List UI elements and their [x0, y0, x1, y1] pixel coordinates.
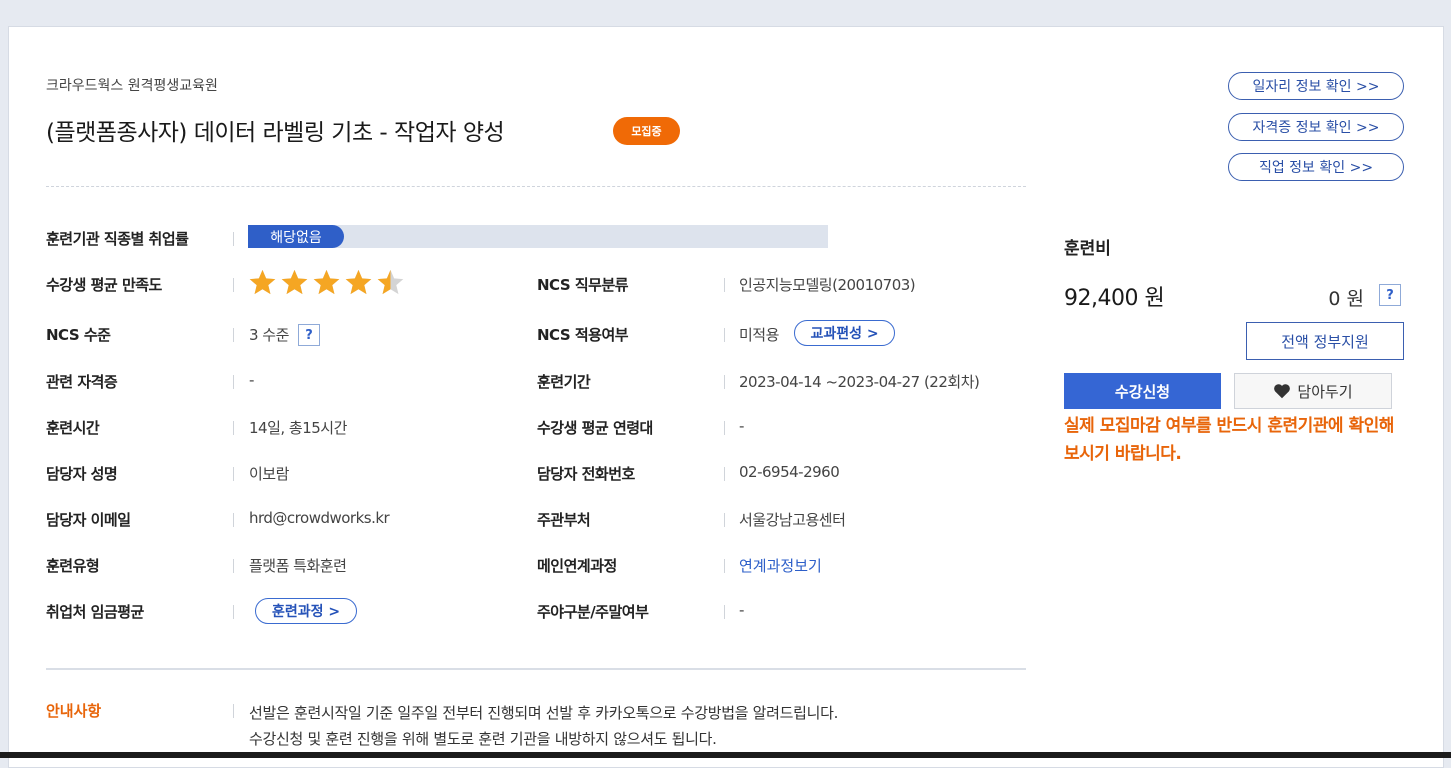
- heart-icon: [1274, 384, 1291, 399]
- divider: [724, 421, 725, 435]
- wishlist-label: 담아두기: [1297, 382, 1353, 401]
- period-value: 2023-04-14 ~2023-04-27 (22회차): [739, 373, 980, 391]
- age-value: -: [739, 417, 744, 435]
- ncs-apply-label: NCS 적용여부: [537, 326, 629, 344]
- government-support-button[interactable]: 전액 정부지원: [1246, 322, 1404, 360]
- training-type-value: 플랫폼 특화훈련: [249, 557, 347, 575]
- divider: [233, 375, 234, 389]
- divider: [724, 467, 725, 481]
- star-icon: [313, 269, 340, 295]
- self-payment-value: 0 원: [1328, 288, 1364, 310]
- training-course-link[interactable]: 훈련과정 >: [255, 598, 357, 624]
- certificate-info-button[interactable]: 자격증 정보 확인 >>: [1228, 113, 1404, 141]
- divider: [233, 704, 234, 718]
- training-fee-label: 훈련비: [1064, 239, 1111, 259]
- section-divider: [46, 668, 1026, 670]
- daynight-value: -: [739, 601, 744, 619]
- star-icon: [345, 269, 372, 295]
- ncs-class-value: 인공지능모델링(20010703): [739, 276, 916, 294]
- training-time-label: 훈련시간: [46, 419, 100, 437]
- star-icon: [377, 269, 404, 295]
- course-title: (플랫폼종사자) 데이터 라벨링 기초 - 작업자 양성: [46, 120, 505, 146]
- ncs-apply-value: 미적용: [739, 326, 779, 344]
- wishlist-button[interactable]: 담아두기: [1234, 373, 1392, 409]
- divider: [724, 328, 725, 342]
- bottom-edge: [0, 752, 1451, 758]
- age-label: 수강생 평균 연령대: [537, 419, 653, 437]
- divider: [233, 467, 234, 481]
- training-type-label: 훈련유형: [46, 557, 100, 575]
- divider: [233, 605, 234, 619]
- ncs-class-label: NCS 직무분류: [537, 276, 629, 294]
- divider: [233, 278, 234, 292]
- divider: [233, 328, 234, 342]
- fee-help-button[interactable]: ?: [1379, 284, 1401, 306]
- wage-average-label: 취업처 임금평균: [46, 603, 144, 621]
- phone-value: 02-6954-2960: [739, 463, 840, 481]
- notice-line: 수강신청 및 훈련 진행을 위해 별도로 훈련 기관을 내방하지 않으셔도 됩니…: [249, 730, 717, 748]
- divider: [724, 605, 725, 619]
- divider: [724, 375, 725, 389]
- employment-rate-label: 훈련기관 직종별 취업률: [46, 230, 189, 248]
- occupation-info-button[interactable]: 직업 정보 확인 >>: [1228, 153, 1404, 181]
- divider: [724, 559, 725, 573]
- period-label: 훈련기간: [537, 373, 591, 391]
- satisfaction-stars: [248, 268, 405, 298]
- divider: [233, 559, 234, 573]
- star-icon: [281, 269, 308, 295]
- training-time-value: 14일, 총15시간: [249, 419, 347, 437]
- divider: [724, 278, 725, 292]
- divider: [724, 513, 725, 527]
- certificate-label: 관련 자격증: [46, 373, 118, 391]
- ncs-level-label: NCS 수준: [46, 326, 111, 344]
- divider: [233, 232, 234, 246]
- manager-name-label: 담당자 성명: [46, 465, 118, 483]
- training-fee-value: 92,400 원: [1064, 286, 1165, 311]
- manager-email-label: 담당자 이메일: [46, 511, 131, 529]
- divider: [233, 421, 234, 435]
- daynight-label: 주야구분/주말여부: [537, 603, 649, 621]
- star-icon: [249, 269, 276, 295]
- main-course-label: 메인연계과정: [537, 557, 617, 575]
- satisfaction-label: 수강생 평균 만족도: [46, 276, 162, 294]
- divider: [233, 513, 234, 527]
- phone-label: 담당자 전화번호: [537, 465, 635, 483]
- deadline-warning: 실제 모집마감 여부를 반드시 훈련기관에 확인해보시기 바랍니다.: [1064, 416, 1394, 464]
- agency-label: 주관부처: [537, 511, 591, 529]
- employment-rate-value: 해당없음: [248, 225, 344, 248]
- organization-name[interactable]: 크라우드웍스 원격평생교육원: [46, 75, 218, 95]
- job-info-button[interactable]: 일자리 정보 확인 >>: [1228, 72, 1404, 100]
- certificate-value: -: [249, 371, 254, 389]
- apply-button[interactable]: 수강신청: [1064, 373, 1221, 409]
- header-divider: [46, 186, 1026, 187]
- ncs-level-help-button[interactable]: ?: [298, 324, 320, 346]
- notice-label: 안내사항: [46, 702, 102, 720]
- agency-value: 서울강남고용센터: [739, 511, 846, 529]
- notice-text: 선발은 훈련시작일 기준 일주일 전부터 진행되며 선발 후 카카오톡으로 수강…: [249, 700, 838, 752]
- manager-email-value: hrd@crowdworks.kr: [249, 509, 390, 527]
- status-badge: 모집중: [613, 117, 680, 145]
- notice-line: 선발은 훈련시작일 기준 일주일 전부터 진행되며 선발 후 카카오톡으로 수강…: [249, 704, 839, 722]
- ncs-level-value: 3 수준: [249, 326, 289, 344]
- linked-course-link[interactable]: 연계과정보기: [739, 555, 822, 576]
- curriculum-link[interactable]: 교과편성 >: [794, 320, 895, 346]
- manager-name-value: 이보람: [249, 465, 289, 483]
